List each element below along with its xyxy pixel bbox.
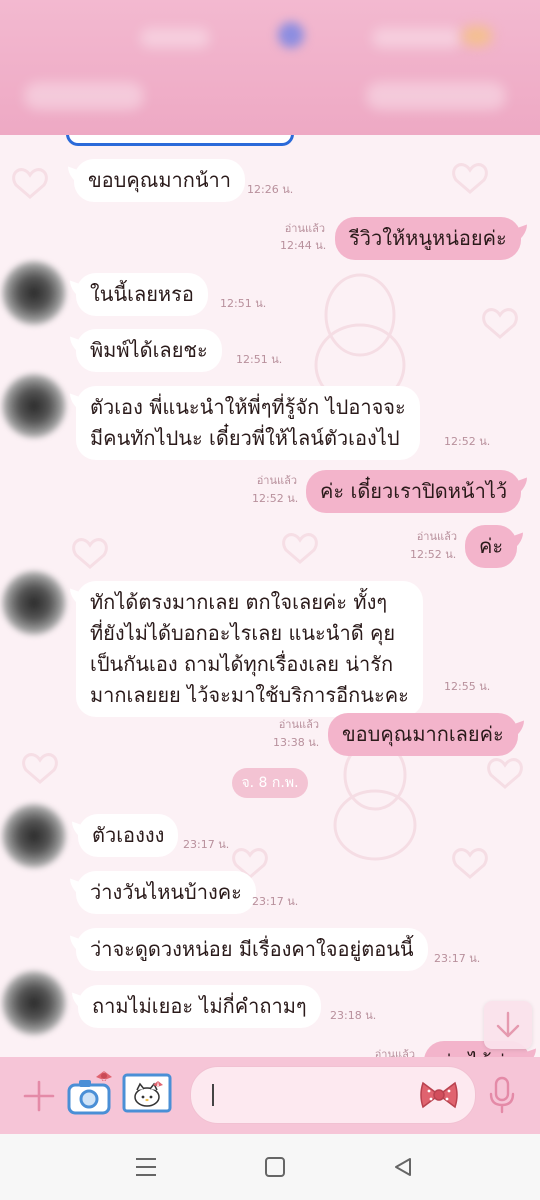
message-time: 12:52 น. — [444, 435, 491, 448]
header-actions-blur — [366, 82, 506, 110]
message-outgoing[interactable]: ขอบคุณมากเลยค่ะ — [328, 713, 518, 756]
message-input[interactable] — [190, 1066, 476, 1124]
avatar[interactable] — [2, 971, 66, 1035]
date-separator: จ. 8 ก.พ. — [232, 768, 308, 798]
message-time: 12:51 น. — [236, 353, 283, 366]
message-time: 23:17 น. — [252, 895, 299, 908]
message-incoming[interactable]: ทักได้ตรงมากเลย ตกใจเลยค่ะ ทั้งๆ ที่ยังไ… — [76, 581, 423, 717]
read-receipt: อ่านแล้ว — [256, 474, 297, 487]
message-incoming[interactable]: ว่างวันไหนบ้างคะ — [76, 871, 256, 914]
home-icon[interactable] — [264, 1156, 286, 1178]
message-time: 23:17 น. — [434, 952, 481, 965]
message-incoming[interactable]: ตัวเอง พี่แนะนำให้พี่ๆที่รู้จัก ไปอาจจะ … — [76, 386, 420, 460]
header-blur-1 — [140, 28, 210, 48]
message-time: 12:44 น. — [280, 239, 327, 252]
message-time: 12:55 น. — [444, 680, 491, 693]
message-time: 23:18 น. — [330, 1009, 377, 1022]
read-receipt: อ่านแล้ว — [284, 222, 325, 235]
message-input-bar — [0, 1057, 540, 1134]
text-cursor — [212, 1084, 214, 1106]
message-time: 13:38 น. — [273, 736, 320, 749]
chat-title-blur — [24, 82, 144, 110]
camera-sticker-icon[interactable] — [66, 1069, 114, 1117]
avatar[interactable] — [2, 571, 66, 635]
message-time: 23:17 น. — [183, 838, 230, 851]
header-blur-2 — [372, 28, 462, 48]
message-time: 12:52 น. — [410, 548, 457, 561]
message-outgoing[interactable]: ค่ะ เดี๋ยวเราปิดหน้าไว้ — [306, 470, 522, 513]
bow-sticker-icon[interactable] — [419, 1079, 459, 1111]
message-incoming[interactable]: ถามไม่เยอะ ไม่กี่คำถามๆ — [78, 985, 321, 1028]
back-icon[interactable] — [392, 1156, 414, 1178]
read-receipt: อ่านแล้ว — [416, 530, 457, 543]
read-receipt: อ่านแล้ว — [374, 1048, 415, 1057]
shared-card-bottom-edge[interactable] — [66, 135, 294, 146]
header-status-dot — [278, 22, 304, 48]
message-time: 12:52 น. — [252, 492, 299, 505]
avatar[interactable] — [2, 804, 66, 868]
menu-icon[interactable] — [134, 1156, 158, 1178]
system-navigation-bar — [0, 1134, 540, 1200]
message-incoming[interactable]: ตัวเองงง — [78, 814, 179, 857]
message-outgoing[interactable]: ค่ะ — [465, 525, 518, 568]
message-time: 12:26 น. — [247, 183, 294, 196]
message-outgoing[interactable]: รีวิวให้หนูหน่อยค่ะ — [335, 217, 521, 260]
chat-area[interactable]: ขอบคุณมากน้าา 12:26 น. อ่านแล้ว 12:44 น.… — [0, 135, 540, 1057]
microphone-icon[interactable] — [486, 1075, 518, 1115]
read-receipt: อ่านแล้ว — [278, 718, 319, 731]
scroll-down-icon — [496, 1011, 520, 1038]
chat-header — [0, 0, 540, 135]
header-blur-3 — [462, 26, 492, 46]
plus-icon[interactable] — [22, 1079, 56, 1113]
message-incoming[interactable]: ว่าจะดูดวงหน่อย มีเรื่องคาใจอยู่ตอนนี้ — [76, 928, 428, 971]
message-incoming[interactable]: ขอบคุณมากน้าา — [74, 159, 245, 202]
message-time: 12:51 น. — [220, 297, 267, 310]
hello-kitty-image-icon[interactable] — [122, 1073, 172, 1113]
avatar[interactable] — [2, 374, 66, 438]
message-incoming[interactable]: ในนี้เลยหรอ — [76, 273, 208, 316]
scroll-to-bottom-button[interactable] — [484, 1001, 532, 1049]
avatar[interactable] — [2, 261, 66, 325]
message-incoming[interactable]: พิมพ์ได้เลยชะ — [76, 329, 222, 372]
